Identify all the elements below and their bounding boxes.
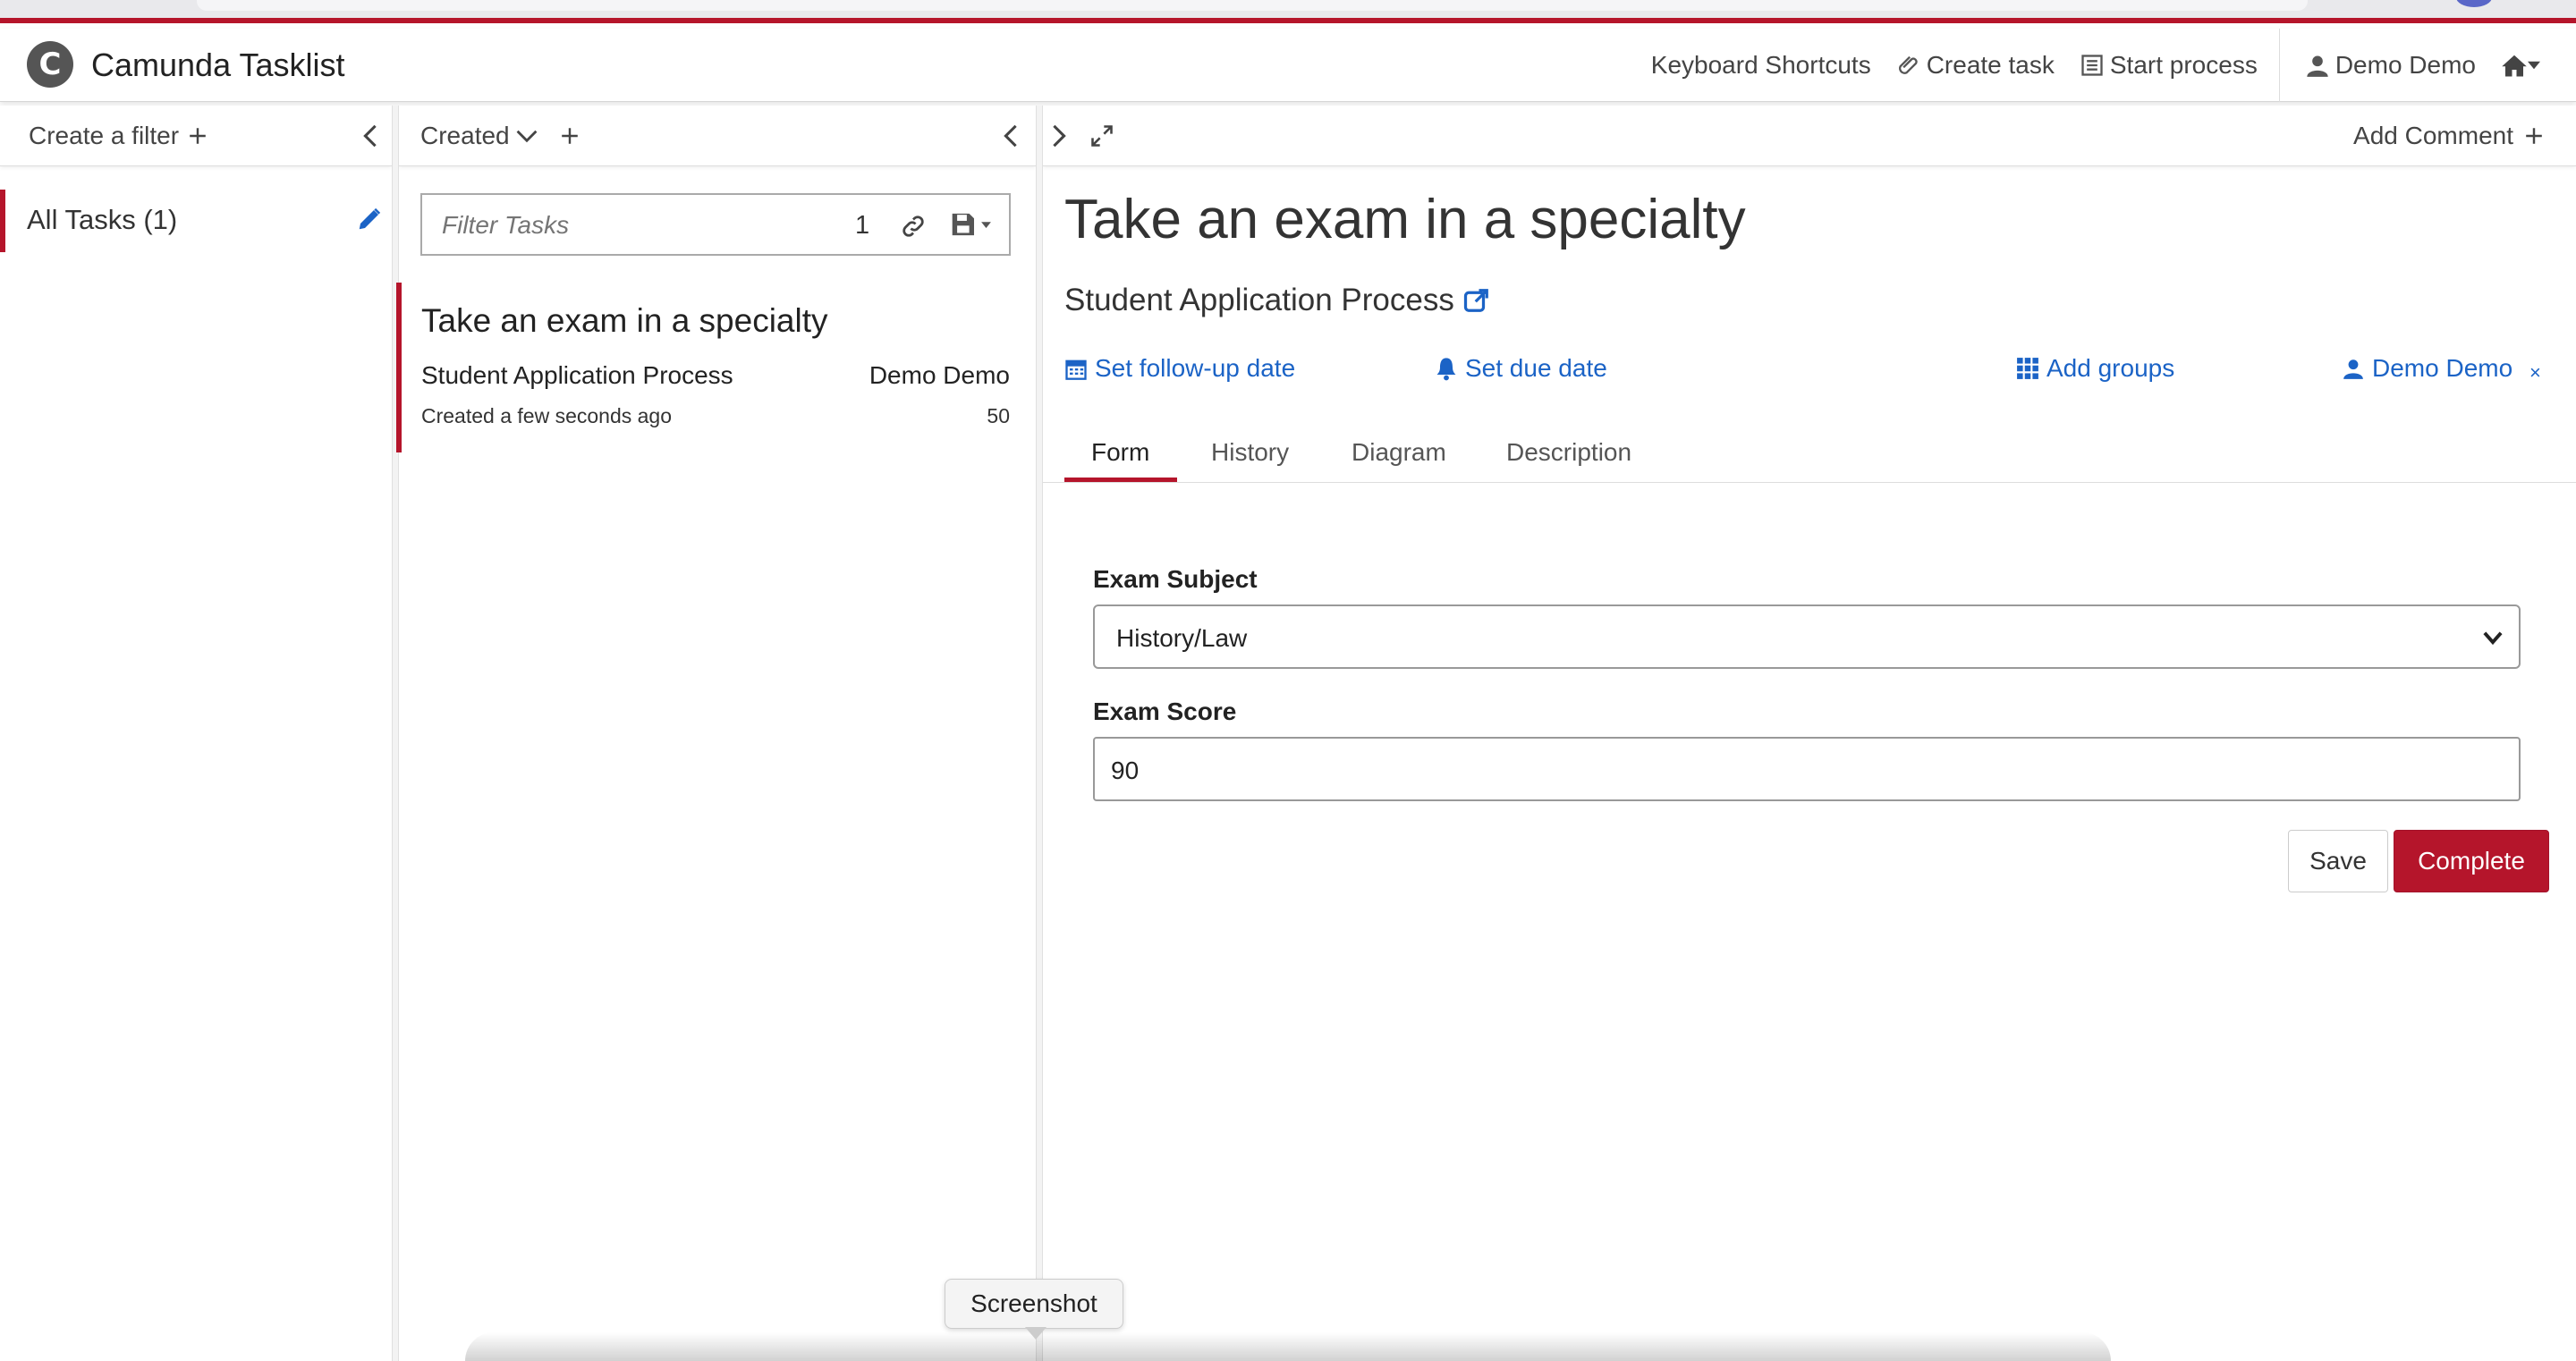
filter-item-all-tasks[interactable]: All Tasks (1): [0, 190, 392, 252]
assignee-button[interactable]: Demo Demo: [2342, 354, 2512, 383]
calendar-icon: [1065, 359, 1087, 380]
address-bar[interactable]: [197, 0, 2308, 11]
app-title[interactable]: Camunda Tasklist: [91, 46, 344, 84]
process-name: Student Application Process: [1064, 283, 1454, 317]
screenshot-tooltip: Screenshot: [945, 1279, 1123, 1329]
chevron-down-icon: [2483, 631, 2503, 646]
user-name: Demo Demo: [2334, 51, 2476, 79]
task-list-header: Created: [399, 106, 1036, 166]
link-icon[interactable]: [900, 213, 927, 240]
task-card-title: Take an exam in a specialty: [421, 302, 828, 339]
save-filter-icon[interactable]: [950, 211, 998, 238]
exam-subject-value: History/Law: [1116, 624, 1248, 652]
user-icon: [2343, 359, 2363, 379]
task-card-assignee: Demo Demo: [869, 361, 1010, 389]
add-groups-label: Add groups: [2046, 354, 2175, 382]
task-card-priority: 50: [987, 404, 1010, 427]
add-groups-button[interactable]: Add groups: [2016, 354, 2174, 383]
camunda-logo[interactable]: C: [27, 41, 73, 88]
user-icon: [2307, 55, 2328, 77]
task-card-created: Created a few seconds ago: [421, 404, 673, 427]
complete-button[interactable]: Complete: [2394, 830, 2549, 892]
home-menu[interactable]: [2501, 53, 2540, 78]
plus-icon[interactable]: [188, 126, 208, 146]
keyboard-shortcuts-link[interactable]: Keyboard Shortcuts: [1651, 51, 1871, 80]
active-tab-indicator: [1064, 478, 1177, 482]
add-comment-button[interactable]: Add Comment: [2353, 122, 2544, 150]
exam-subject-label: Exam Subject: [1093, 565, 1258, 593]
exam-score-input[interactable]: 90: [1093, 737, 2521, 801]
tab-description[interactable]: Description: [1506, 438, 1631, 467]
expand-list-chevron-icon[interactable]: [1050, 123, 1068, 148]
result-count: 1: [855, 211, 870, 240]
start-process-label: Start process: [2109, 51, 2258, 79]
unassign-close-icon[interactable]: ×: [2529, 361, 2541, 385]
browser-profile-avatar[interactable]: [2456, 0, 2492, 7]
create-filter-link[interactable]: Create a filter: [29, 122, 179, 150]
task-card[interactable]: Take an exam in a specialty Student Appl…: [396, 283, 1021, 452]
start-process-link[interactable]: Start process: [2080, 51, 2258, 80]
task-detail-header: Add Comment: [1043, 106, 2576, 166]
navbar-divider: [2278, 29, 2280, 102]
collapse-filters-chevron-icon[interactable]: [361, 123, 379, 148]
set-due-date-button[interactable]: Set due date: [1435, 354, 1607, 383]
fullscreen-expand-icon[interactable]: [1089, 123, 1114, 148]
browser-toolbar: [0, 0, 2576, 23]
bell-icon: [1436, 358, 1456, 381]
external-link-icon: [1463, 289, 1488, 312]
tab-history[interactable]: History: [1211, 438, 1289, 467]
collapse-list-chevron-icon[interactable]: [1002, 123, 1020, 148]
top-navbar: C Camunda Tasklist Keyboard Shortcuts Cr…: [0, 29, 2576, 102]
task-title: Take an exam in a specialty: [1064, 189, 1746, 250]
navbar-links: Keyboard Shortcuts Create task Start pro…: [1626, 29, 2540, 102]
assignee-name: Demo Demo: [2372, 354, 2513, 382]
chevron-down-icon[interactable]: [515, 129, 538, 143]
exam-score-label: Exam Score: [1093, 697, 1237, 725]
caret-down-icon: [2528, 61, 2540, 70]
filters-header: Create a filter: [0, 106, 392, 166]
save-button[interactable]: Save: [2288, 830, 2388, 892]
plus-icon: [2526, 128, 2542, 144]
tooltip-arrow: [1025, 1327, 1046, 1340]
paperclip-icon: [1898, 55, 1918, 74]
add-comment-label: Add Comment: [2353, 122, 2513, 149]
process-definition-link[interactable]: Student Application Process: [1064, 283, 1490, 318]
keyboard-shortcuts-label: Keyboard Shortcuts: [1650, 51, 1871, 79]
task-card-process: Student Application Process: [421, 361, 733, 389]
filter-tasks-input[interactable]: [442, 207, 800, 243]
sort-by-created[interactable]: Created: [420, 122, 510, 150]
create-task-label: Create task: [1926, 51, 2055, 79]
pencil-icon[interactable]: [356, 206, 383, 232]
create-task-link[interactable]: Create task: [1896, 51, 2055, 80]
set-follow-up-date-button[interactable]: Set follow-up date: [1064, 354, 1295, 383]
dock-shadow: [465, 1332, 2111, 1361]
task-tabs: Form History Diagram Description: [1043, 420, 2576, 483]
tab-diagram[interactable]: Diagram: [1352, 438, 1446, 467]
tab-form[interactable]: Form: [1091, 438, 1149, 467]
list-alt-icon: [2081, 55, 2103, 76]
pane-resizer-list[interactable]: [1036, 106, 1043, 1361]
home-icon: [2502, 55, 2527, 77]
filter-item-label: All Tasks (1): [27, 204, 178, 235]
exam-score-value: 90: [1111, 757, 1140, 784]
set-follow-up-date-label: Set follow-up date: [1095, 354, 1296, 382]
filter-tasks-box: 1: [420, 193, 1011, 256]
set-due-date-label: Set due date: [1465, 354, 1607, 382]
exam-subject-select[interactable]: History/Law: [1093, 604, 2521, 669]
user-menu[interactable]: Demo Demo: [2305, 51, 2476, 80]
add-sorting-plus-icon[interactable]: [560, 126, 580, 146]
grid-icon: [2017, 358, 2038, 379]
